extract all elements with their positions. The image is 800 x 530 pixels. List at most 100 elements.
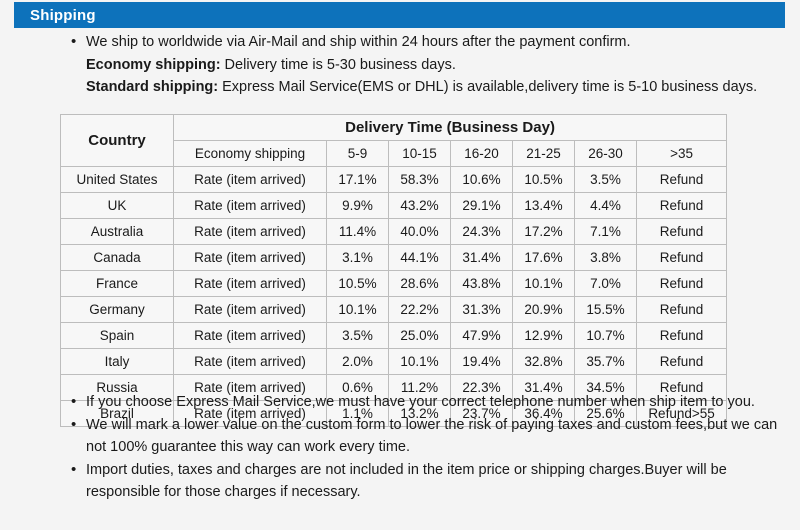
cell-country: France	[60, 270, 174, 297]
standard-shipping-line: Standard shipping: Express Mail Service(…	[58, 76, 784, 99]
cell-rate-26-30: 3.5%	[574, 166, 637, 193]
cell-rate-5-9: 17.1%	[326, 166, 389, 193]
standard-shipping-text: Express Mail Service(EMS or DHL) is avai…	[218, 79, 758, 95]
table-row: United States Rate (item arrived) 17.1% …	[60, 166, 728, 193]
cell-method: Rate (item arrived)	[173, 166, 327, 193]
economy-shipping-label: Economy shipping:	[86, 56, 221, 73]
cell-rate-16-20: 19.4%	[450, 348, 513, 375]
cell-rate-16-20: 29.1%	[450, 192, 513, 219]
table-row: Spain Rate (item arrived) 3.5% 25.0% 47.…	[60, 322, 728, 349]
cell-method: Rate (item arrived)	[173, 244, 327, 271]
cell-country: UK	[60, 192, 174, 219]
header-country: Country	[60, 114, 174, 167]
cell-method: Rate (item arrived)	[173, 322, 327, 349]
cell-method: Rate (item arrived)	[173, 218, 327, 245]
delivery-time-table: Country Delivery Time (Business Day) Eco…	[60, 114, 728, 427]
cell-method: Rate (item arrived)	[173, 296, 327, 323]
cell-rate-26-30: 10.7%	[574, 322, 637, 349]
cell-rate-over-35: Refund	[635, 270, 728, 297]
cell-rate-10-15: 25.0%	[388, 322, 451, 349]
cell-rate-16-20: 31.3%	[450, 296, 513, 323]
cell-country: Germany	[60, 296, 174, 323]
table-header-row-top: Country Delivery Time (Business Day)	[60, 114, 728, 167]
cell-rate-26-30: 15.5%	[574, 296, 637, 323]
cell-country: Italy	[60, 348, 174, 375]
table-head: Country Delivery Time (Business Day) Eco…	[60, 114, 728, 167]
cell-rate-10-15: 40.0%	[388, 218, 451, 245]
cell-rate-21-25: 32.8%	[512, 348, 575, 375]
cell-rate-21-25: 10.5%	[512, 166, 575, 193]
shipping-notes: If you choose Express Mail Service,we mu…	[58, 391, 788, 504]
cell-method: Rate (item arrived)	[173, 270, 327, 297]
cell-rate-16-20: 47.9%	[450, 322, 513, 349]
header-range-16-20: 16-20	[450, 140, 513, 167]
header-range-5-9: 5-9	[326, 140, 389, 167]
cell-country: Spain	[60, 322, 174, 349]
cell-rate-over-35: Refund	[635, 166, 728, 193]
cell-rate-10-15: 43.2%	[388, 192, 451, 219]
section-title: Shipping	[30, 6, 96, 24]
cell-rate-21-25: 13.4%	[512, 192, 575, 219]
cell-rate-21-25: 17.2%	[512, 218, 575, 245]
cell-rate-5-9: 10.5%	[326, 270, 389, 297]
header-range-21-25: 21-25	[512, 140, 575, 167]
shipping-info-page: Shipping We ship to worldwide via Air-Ma…	[0, 0, 800, 530]
cell-rate-21-25: 12.9%	[512, 322, 575, 349]
cell-rate-16-20: 31.4%	[450, 244, 513, 271]
header-delivery-time: Delivery Time (Business Day)	[172, 114, 728, 141]
cell-rate-10-15: 28.6%	[388, 270, 451, 297]
cell-rate-over-35: Refund	[635, 192, 728, 219]
cell-method: Rate (item arrived)	[173, 348, 327, 375]
table-row: Italy Rate (item arrived) 2.0% 10.1% 19.…	[60, 348, 728, 375]
header-economy-shipping: Economy shipping	[173, 140, 327, 167]
cell-country: United States	[60, 166, 174, 193]
cell-rate-21-25: 20.9%	[512, 296, 575, 323]
cell-rate-5-9: 10.1%	[326, 296, 389, 323]
cell-rate-5-9: 9.9%	[326, 192, 389, 219]
cell-rate-5-9: 3.1%	[326, 244, 389, 271]
economy-shipping-text: Delivery time is 5-30 business days.	[220, 56, 456, 73]
table-body: United States Rate (item arrived) 17.1% …	[60, 166, 728, 427]
cell-country: Australia	[60, 218, 174, 245]
table-row: Canada Rate (item arrived) 3.1% 44.1% 31…	[60, 244, 728, 271]
cell-method: Rate (item arrived)	[173, 192, 327, 219]
cell-rate-5-9: 11.4%	[326, 218, 389, 245]
cell-rate-26-30: 7.1%	[574, 218, 637, 245]
shipping-intro: We ship to worldwide via Air-Mail and sh…	[58, 31, 784, 99]
header-range-over-35: >35	[635, 140, 728, 167]
cell-rate-over-35: Refund	[635, 296, 728, 323]
table-row: Germany Rate (item arrived) 10.1% 22.2% …	[60, 296, 728, 323]
delivery-time-table-wrapper: Country Delivery Time (Business Day) Eco…	[60, 114, 728, 427]
cell-rate-26-30: 3.8%	[574, 244, 637, 271]
header-range-26-30: 26-30	[574, 140, 637, 167]
cell-rate-16-20: 10.6%	[450, 166, 513, 193]
note-import-duties: Import duties, taxes and charges are not…	[58, 459, 788, 504]
note-express-mail-telephone: If you choose Express Mail Service,we mu…	[58, 391, 788, 414]
cell-rate-10-15: 10.1%	[388, 348, 451, 375]
note-custom-form-value: We will mark a lower value on the custom…	[58, 414, 788, 459]
cell-rate-21-25: 10.1%	[512, 270, 575, 297]
section-header-shipping: Shipping	[14, 2, 785, 28]
cell-rate-over-35: Refund	[635, 218, 728, 245]
cell-rate-10-15: 58.3%	[388, 166, 451, 193]
cell-rate-10-15: 22.2%	[388, 296, 451, 323]
cell-rate-over-35: Refund	[635, 348, 728, 375]
cell-rate-26-30: 35.7%	[574, 348, 637, 375]
cell-rate-over-35: Refund	[635, 322, 728, 349]
notes-list: If you choose Express Mail Service,we mu…	[58, 391, 788, 504]
cell-rate-26-30: 4.4%	[574, 192, 637, 219]
cell-rate-16-20: 43.8%	[450, 270, 513, 297]
table-row: Australia Rate (item arrived) 11.4% 40.0…	[60, 218, 728, 245]
cell-rate-16-20: 24.3%	[450, 218, 513, 245]
cell-country: Canada	[60, 244, 174, 271]
intro-list: We ship to worldwide via Air-Mail and sh…	[58, 31, 784, 54]
economy-shipping-line: Economy shipping: Delivery time is 5-30 …	[58, 54, 784, 77]
table-row: France Rate (item arrived) 10.5% 28.6% 4…	[60, 270, 728, 297]
cell-rate-5-9: 3.5%	[326, 322, 389, 349]
header-range-10-15: 10-15	[388, 140, 451, 167]
standard-shipping-label: Standard shipping:	[86, 79, 219, 95]
intro-bullet-worldwide: We ship to worldwide via Air-Mail and sh…	[58, 31, 784, 54]
cell-rate-26-30: 7.0%	[574, 270, 637, 297]
cell-rate-5-9: 2.0%	[326, 348, 389, 375]
cell-rate-10-15: 44.1%	[388, 244, 451, 271]
